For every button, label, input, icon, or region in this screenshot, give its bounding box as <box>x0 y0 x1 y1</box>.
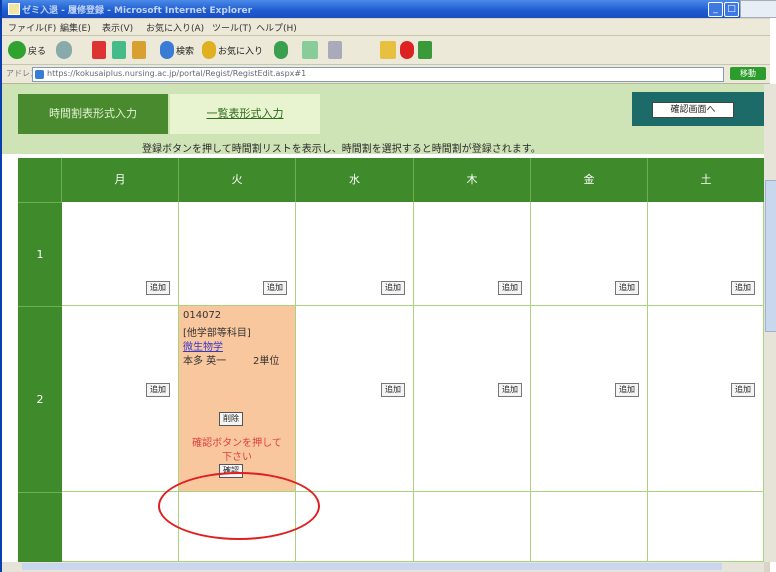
add-button[interactable]: 追加 <box>498 281 522 295</box>
home-icon[interactable] <box>132 41 146 59</box>
menu-edit[interactable]: 編集(E) <box>60 21 91 34</box>
course-category: [他学部等科目] <box>183 328 251 339</box>
add-button[interactable]: 追加 <box>731 383 755 397</box>
slot-mon-2: 追加 <box>62 306 179 492</box>
search-icon[interactable] <box>160 41 174 59</box>
slot-tue-2-registered: 014072 [他学部等科目] 微生物学 本多 英一 2単位 削除 確認ボタンを… <box>179 306 296 492</box>
tab-row: 時間割表形式入力 一覧表形式入力 確認画面へ 登録ボタンを押して時間割リストを表… <box>2 84 764 155</box>
instruction-text: 登録ボタンを押して時間割リストを表示し、時間割を選択すると時間割が登録されます。 <box>142 144 541 155</box>
add-button[interactable]: 追加 <box>146 281 170 295</box>
menu-view[interactable]: 表示(V) <box>102 21 133 34</box>
slot-wed-2: 追加 <box>296 306 414 492</box>
add-button[interactable]: 追加 <box>263 281 287 295</box>
timetable-grid: 月 火 水 木 金 土 1 追加 追加 追加 追加 追加 追加 2 追加 014… <box>18 158 764 562</box>
block-icon[interactable] <box>400 41 414 59</box>
refresh-icon[interactable] <box>112 41 126 59</box>
back-arrow-icon[interactable] <box>8 41 26 59</box>
add-button[interactable]: 追加 <box>146 383 170 397</box>
toolbar: 戻る 検索 お気に入り <box>2 36 770 65</box>
title-bar: ゼミ入退 - 履修登録 - Microsoft Internet Explore… <box>2 0 770 18</box>
maximize-button[interactable]: □ <box>724 2 739 17</box>
add-button[interactable]: 追加 <box>381 281 405 295</box>
menu-tools[interactable]: ツール(T) <box>212 21 252 34</box>
day-header-mon: 月 <box>62 158 179 202</box>
slot-fri-2: 追加 <box>531 306 648 492</box>
add-button[interactable]: 追加 <box>731 281 755 295</box>
folder-icon[interactable] <box>380 41 396 59</box>
stop-icon[interactable] <box>92 41 106 59</box>
add-button[interactable]: 追加 <box>381 383 405 397</box>
favorites-label[interactable]: お気に入り <box>218 44 263 57</box>
page-content: 時間割表形式入力 一覧表形式入力 確認画面へ 登録ボタンを押して時間割リストを表… <box>2 84 764 562</box>
slot-wed-1: 追加 <box>296 202 414 306</box>
period-label-2: 2 <box>18 306 62 492</box>
search-label[interactable]: 検索 <box>176 44 194 57</box>
course-credits: 2単位 <box>253 356 280 367</box>
menu-help[interactable]: ヘルプ(H) <box>256 21 297 34</box>
confirm-panel: 確認画面へ <box>632 92 764 126</box>
horizontal-scroll-thumb[interactable] <box>22 563 722 570</box>
day-header-sat: 土 <box>648 158 764 202</box>
course-title-link[interactable]: 微生物学 <box>183 338 223 353</box>
vertical-scroll-thumb[interactable] <box>765 180 776 332</box>
add-button[interactable]: 追加 <box>615 281 639 295</box>
address-input[interactable]: https://kokusaiplus.nursing.ac.jp/portal… <box>32 67 724 82</box>
slot-sat-1: 追加 <box>648 202 764 306</box>
menu-file[interactable]: ファイル(F) <box>8 21 56 34</box>
ie-icon <box>8 3 20 15</box>
page-icon <box>35 70 44 79</box>
day-header-thu: 木 <box>414 158 531 202</box>
day-header-wed: 水 <box>296 158 414 202</box>
forward-arrow-icon[interactable] <box>56 41 72 59</box>
slot-sat-2: 追加 <box>648 306 764 492</box>
horizontal-scrollbar[interactable] <box>2 562 764 572</box>
messenger-icon[interactable] <box>418 41 432 59</box>
day-header-tue: 火 <box>179 158 296 202</box>
back-label[interactable]: 戻る <box>28 44 46 57</box>
day-header-fri: 金 <box>531 158 648 202</box>
print-icon[interactable] <box>328 41 342 59</box>
warning-text-line2: 下さい <box>222 452 252 463</box>
add-button[interactable]: 追加 <box>615 383 639 397</box>
vertical-scrollbar[interactable] <box>764 84 776 562</box>
tab-timetable-input[interactable]: 時間割表形式入力 <box>18 94 168 134</box>
tab-list-input[interactable]: 一覧表形式入力 <box>170 94 320 134</box>
highlight-oval <box>158 472 320 540</box>
corner-header <box>18 158 62 202</box>
slot-thu-1: 追加 <box>414 202 531 306</box>
slot-thu-3 <box>414 492 531 562</box>
period-label-1: 1 <box>18 202 62 306</box>
course-teacher: 本多 英一 <box>183 356 227 367</box>
delete-button[interactable]: 削除 <box>219 412 243 426</box>
add-button[interactable]: 追加 <box>498 383 522 397</box>
menu-favorites[interactable]: お気に入り(A) <box>146 21 204 34</box>
mail-icon[interactable] <box>302 41 318 59</box>
course-code: 014072 <box>183 310 222 321</box>
slot-fri-1: 追加 <box>531 202 648 306</box>
address-bar: アドレス(D) https://kokusaiplus.nursing.ac.j… <box>2 65 770 84</box>
address-url[interactable]: https://kokusaiplus.nursing.ac.jp/portal… <box>47 69 306 78</box>
slot-sat-3 <box>648 492 764 562</box>
window-title: ゼミ入退 - 履修登録 - Microsoft Internet Explore… <box>22 6 253 16</box>
slot-thu-2: 追加 <box>414 306 531 492</box>
warning-text-line1: 確認ボタンを押して <box>192 438 282 449</box>
favorites-star-icon[interactable] <box>202 41 216 59</box>
slot-mon-1: 追加 <box>62 202 179 306</box>
menu-bar: ファイル(F) 編集(E) 表示(V) お気に入り(A) ツール(T) ヘルプ(… <box>2 19 770 36</box>
confirm-screen-button[interactable]: 確認画面へ <box>652 102 734 118</box>
slot-fri-3 <box>531 492 648 562</box>
slot-tue-1: 追加 <box>179 202 296 306</box>
history-icon[interactable] <box>274 41 288 59</box>
period-label-3 <box>18 492 62 562</box>
corner-artifact <box>740 0 776 18</box>
go-button[interactable]: 移動 <box>730 67 766 80</box>
minimize-button[interactable]: _ <box>708 2 723 17</box>
